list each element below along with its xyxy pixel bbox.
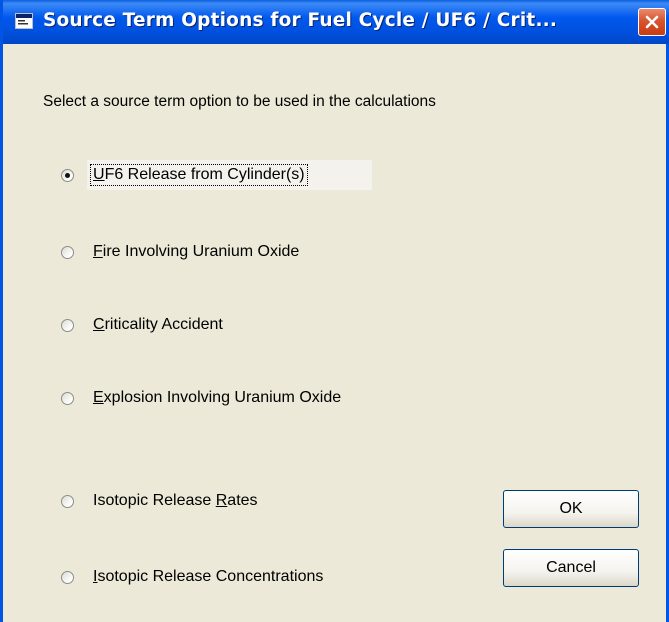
option-isotopic-release-rates[interactable]: Isotopic Release Rates [59, 489, 260, 513]
radio-button-isotopic-release-rates[interactable] [61, 494, 74, 508]
radio-button-isotopic-release-concentrations[interactable] [61, 570, 74, 584]
window-app-icon [15, 13, 33, 29]
option-isotopic-release-concentrations[interactable]: Isotopic Release Concentrations [59, 565, 325, 589]
radio-button-uf6-release[interactable] [61, 168, 74, 182]
option-explosion-uranium-oxide[interactable]: Explosion Involving Uranium Oxide [59, 386, 343, 410]
option-fire-uranium-oxide[interactable]: Fire Involving Uranium Oxide [59, 240, 301, 264]
option-uf6-release[interactable]: UF6 Release from Cylinder(s) [59, 163, 308, 187]
dialog-window: Source Term Options for Fuel Cycle / UF6… [0, 0, 669, 622]
radio-button-explosion-uranium-oxide[interactable] [61, 391, 74, 405]
radio-button-criticality-accident[interactable] [61, 318, 74, 332]
cancel-button[interactable]: Cancel [503, 549, 639, 587]
close-icon [645, 15, 659, 29]
option-label-explosion-uranium-oxide[interactable]: Explosion Involving Uranium Oxide [91, 388, 343, 408]
option-label-isotopic-release-rates[interactable]: Isotopic Release Rates [91, 491, 260, 511]
window-title: Source Term Options for Fuel Cycle / UF6… [43, 10, 558, 31]
option-label-isotopic-release-concentrations[interactable]: Isotopic Release Concentrations [91, 567, 325, 587]
ok-button[interactable]: OK [503, 490, 639, 528]
option-label-criticality-accident[interactable]: Criticality Accident [91, 315, 225, 335]
option-label-fire-uranium-oxide[interactable]: Fire Involving Uranium Oxide [91, 242, 301, 262]
option-criticality-accident[interactable]: Criticality Accident [59, 313, 225, 337]
close-button[interactable] [638, 8, 666, 36]
option-label-uf6-release[interactable]: UF6 Release from Cylinder(s) [90, 164, 308, 186]
radio-button-fire-uranium-oxide[interactable] [61, 245, 74, 259]
title-bar[interactable]: Source Term Options for Fuel Cycle / UF6… [3, 0, 669, 44]
instruction-text: Select a source term option to be used i… [43, 93, 436, 110]
